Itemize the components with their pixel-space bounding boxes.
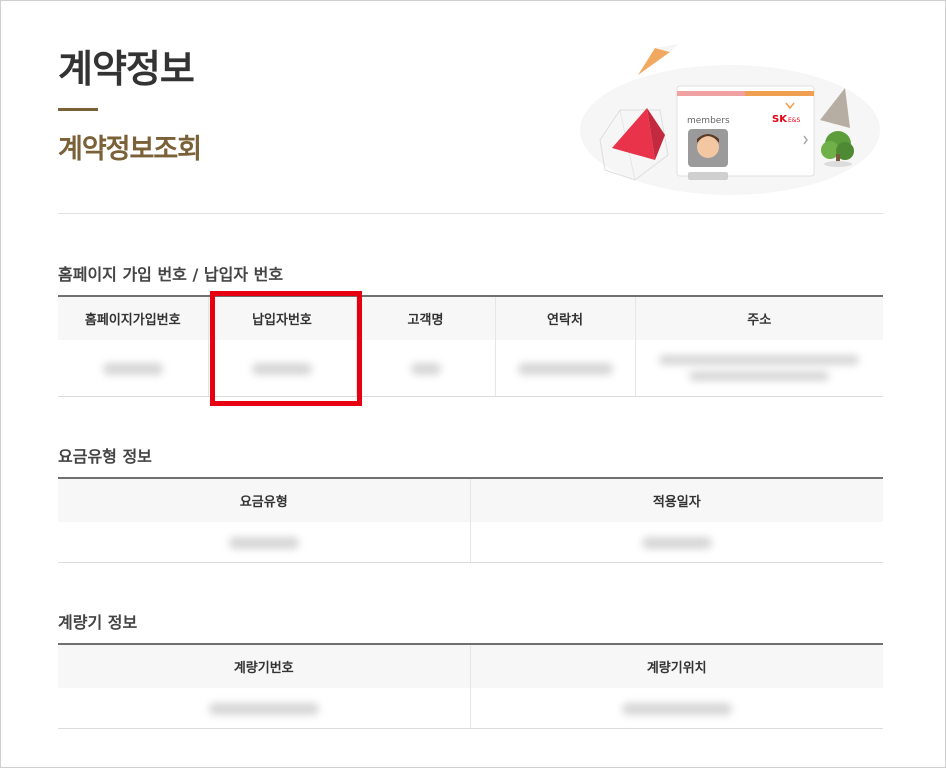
table-row (58, 688, 883, 729)
header-illustration: members SK E&S (580, 44, 880, 195)
col-meter-number: 계량기번호 (58, 643, 470, 688)
meter-section-title: 계량기 정보 (58, 613, 138, 632)
col-apply-date: 적용일자 (469, 477, 883, 522)
col-customer-name: 고객명 (355, 295, 495, 340)
table-header-row: 요금유형 적용일자 (58, 477, 883, 522)
table-header-row: 홈페이지가입번호 납입자번호 고객명 연락처 주소 (58, 295, 883, 340)
table-header-row: 계량기번호 계량기위치 (58, 643, 883, 688)
col-rate-type: 요금유형 (58, 477, 470, 522)
customer-name-value (355, 340, 495, 397)
meter-info-table: 계량기번호 계량기위치 (58, 643, 883, 729)
table-row (58, 340, 883, 397)
member-info-table: 홈페이지가입번호 납입자번호 고객명 연락처 주소 (58, 295, 883, 397)
orange-triangle-shape (638, 48, 670, 75)
table-row (58, 522, 883, 563)
col-address: 주소 (634, 295, 883, 340)
rate-info-table: 요금유형 적용일자 (58, 477, 883, 563)
meter-number-value (58, 688, 470, 729)
rate-section-title: 요금유형 정보 (58, 447, 152, 466)
membership-card: members SK E&S (676, 85, 815, 180)
brand-logo: SK (772, 114, 788, 125)
col-contact: 연락처 (494, 295, 635, 340)
member-section-title: 홈페이지 가입 번호 / 납입자 번호 (58, 265, 284, 284)
card-label: members (687, 116, 730, 126)
col-meter-location: 계량기위치 (469, 643, 883, 688)
contact-value (494, 340, 635, 397)
title-divider (58, 108, 98, 111)
header-divider (58, 213, 883, 214)
rate-type-value (58, 522, 470, 563)
page-title: 계약정보 (58, 47, 195, 91)
payer-number-highlight-box (210, 291, 362, 406)
col-homepage-join-number: 홈페이지가입번호 (58, 295, 208, 340)
page-subtitle: 계약정보조회 (58, 134, 202, 165)
homepage-join-number-value (58, 340, 208, 397)
brand-logo-sub: E&S (788, 117, 800, 124)
apply-date-value (469, 522, 883, 563)
address-value (634, 340, 883, 397)
meter-location-value (469, 688, 883, 729)
